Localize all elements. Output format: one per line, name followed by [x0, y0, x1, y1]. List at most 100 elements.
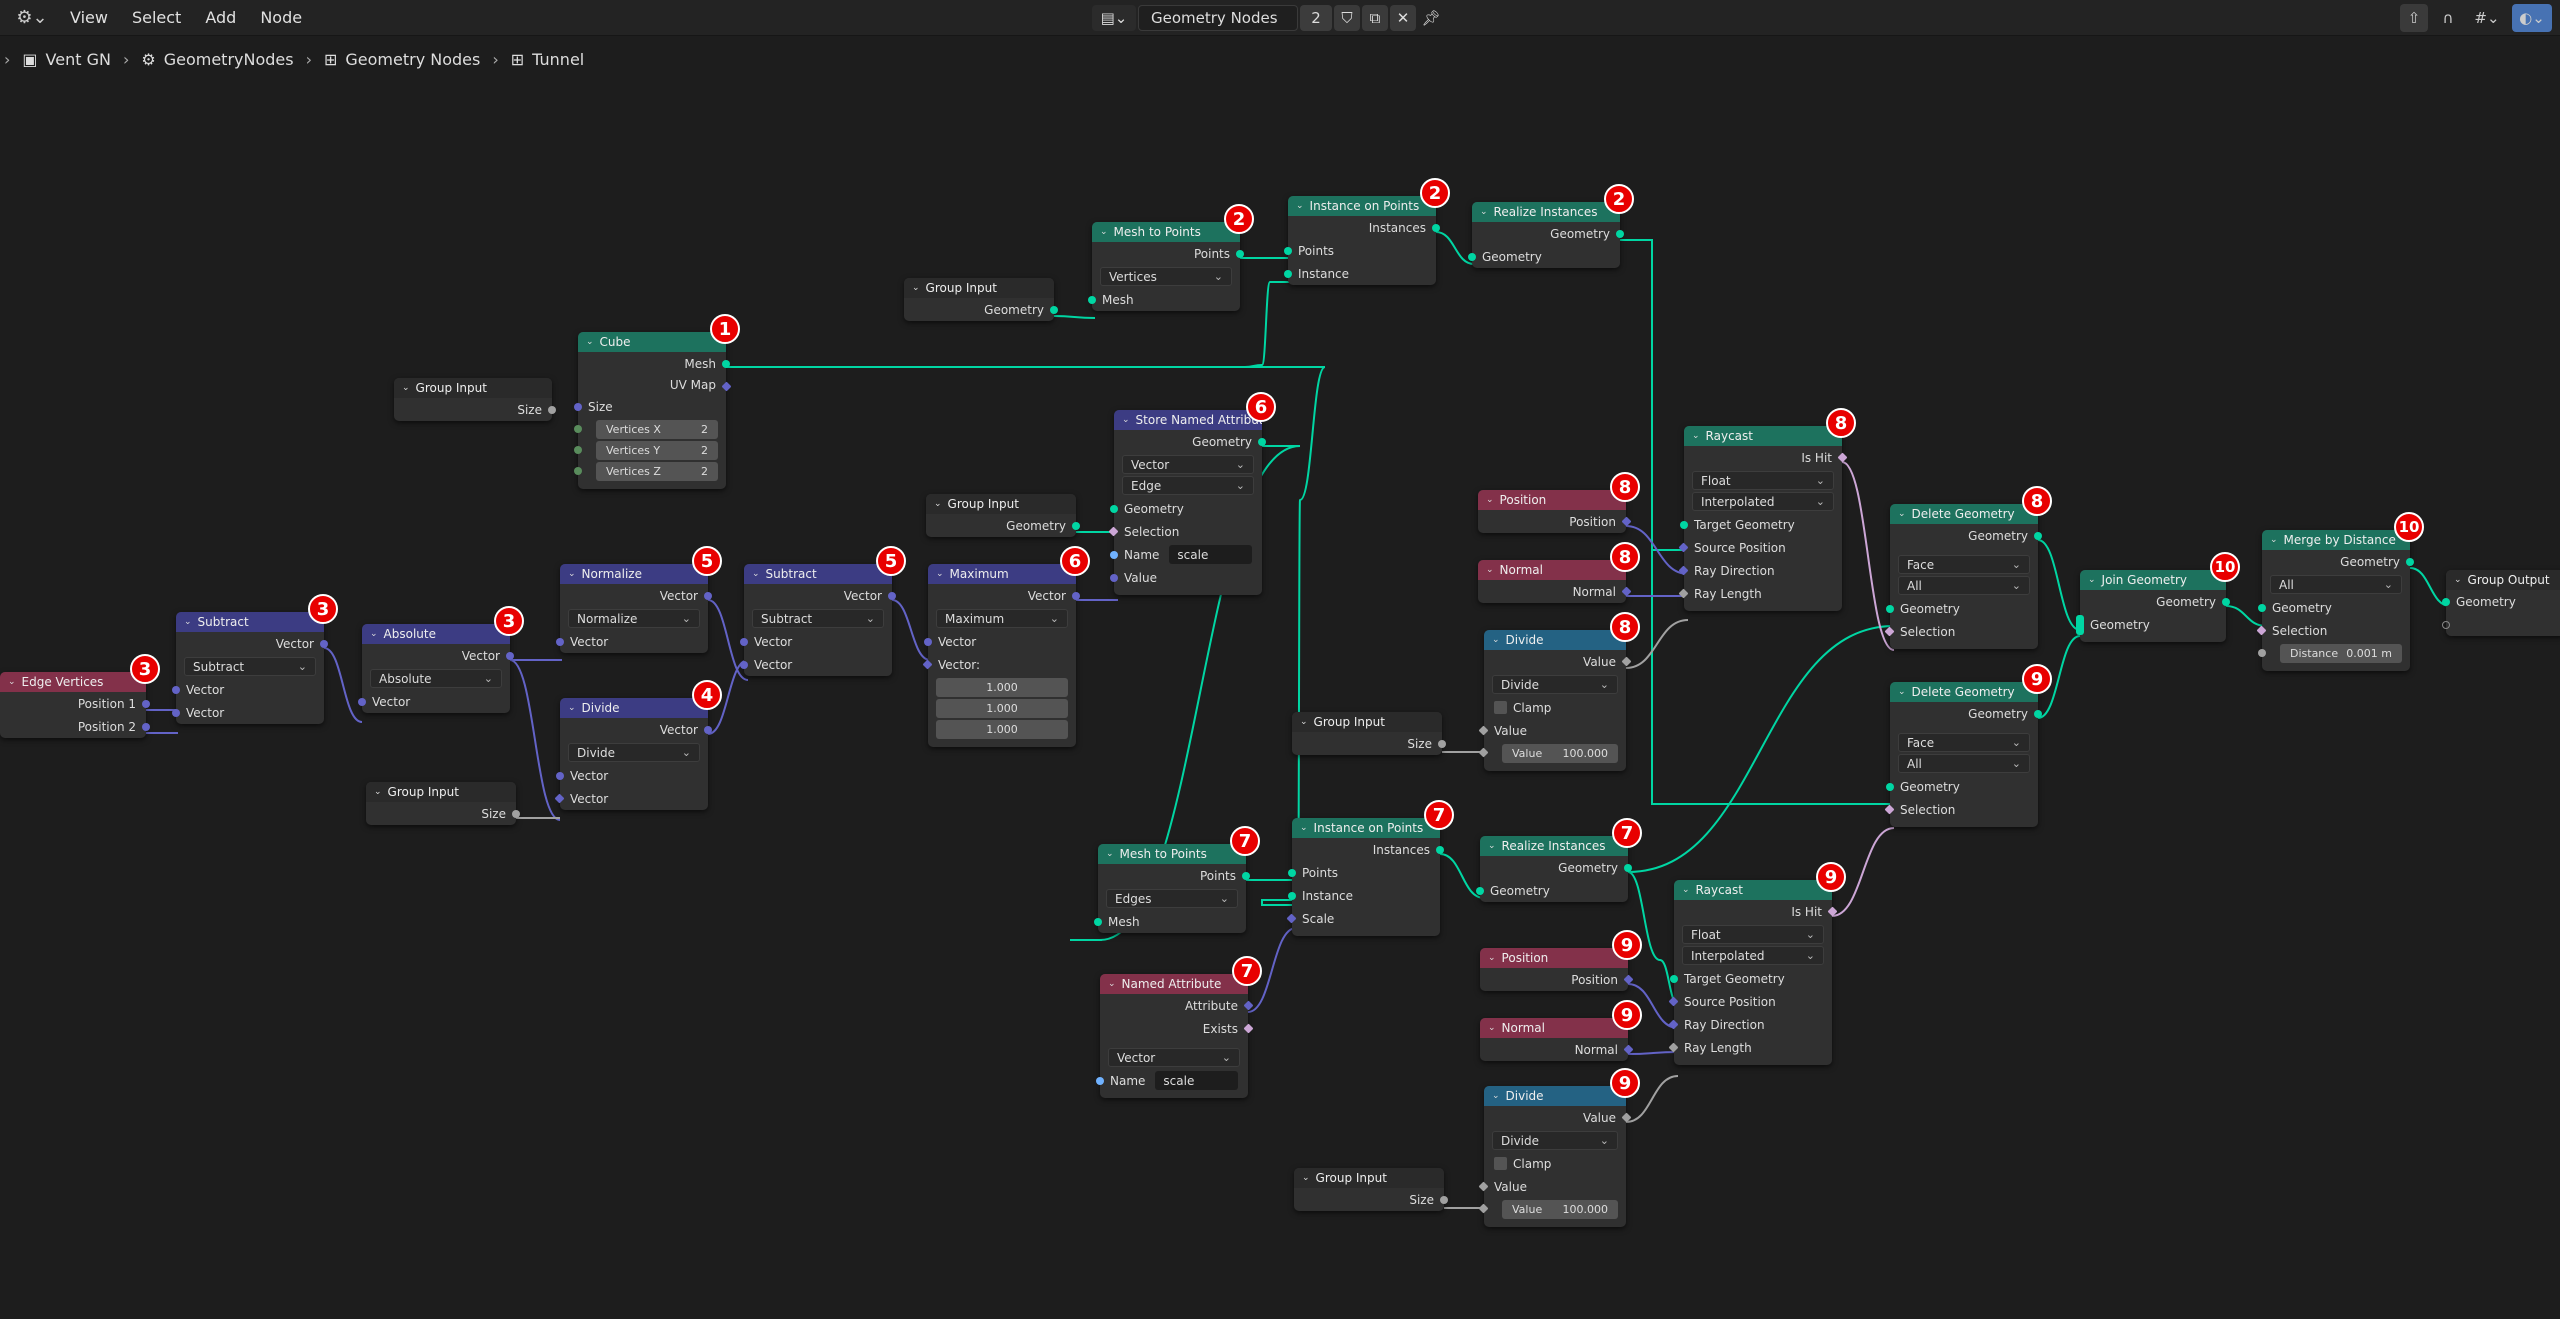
socket-geometry-in[interactable]: Geometry: [1110, 497, 1262, 520]
socket-instance-in[interactable]: Instance: [1284, 262, 1436, 285]
socket[interactable]: [1884, 626, 1895, 637]
socket[interactable]: [1432, 224, 1440, 232]
socket-name-in[interactable]: Name scale: [1096, 1069, 1248, 1092]
socket-vector-out[interactable]: Vector: [560, 584, 712, 607]
socket-size-out[interactable]: Size: [366, 802, 520, 825]
socket-vector-out[interactable]: Vector: [560, 718, 712, 741]
socket-name-in[interactable]: Name scale: [1110, 543, 1262, 566]
socket[interactable]: [1242, 872, 1250, 880]
socket[interactable]: [548, 406, 556, 414]
node-named-attribute[interactable]: ⌄ Named Attribute Attribute Exists Vector…: [1096, 956, 1262, 1098]
mapping-dropdown[interactable]: Interpolated: [1682, 946, 1824, 965]
socket-points-in[interactable]: Points: [1284, 239, 1436, 262]
socket[interactable]: [2256, 625, 2267, 636]
socket-vector-out[interactable]: Vector: [176, 632, 328, 655]
socket[interactable]: [1678, 542, 1689, 553]
socket-mesh-in[interactable]: Mesh: [1094, 910, 1246, 933]
socket[interactable]: [1284, 270, 1292, 278]
socket-vector-in[interactable]: Vector: [740, 630, 892, 653]
socket[interactable]: [1096, 1077, 1104, 1085]
socket-points-out[interactable]: Points: [1092, 242, 1244, 265]
domain-dropdown[interactable]: Edge: [1122, 476, 1254, 495]
socket[interactable]: [704, 726, 712, 734]
socket-vector-in[interactable]: Vector: [740, 653, 892, 676]
socket[interactable]: [2222, 598, 2230, 606]
socket[interactable]: [1088, 296, 1096, 304]
socket[interactable]: [1621, 516, 1632, 527]
distance-field[interactable]: Distance 0.001 m: [2258, 644, 2402, 663]
value-field[interactable]: Value 100.000: [1478, 1200, 1618, 1219]
socket[interactable]: [1837, 452, 1848, 463]
socket[interactable]: [1678, 565, 1689, 576]
socket[interactable]: [1478, 1181, 1489, 1192]
node-join-geometry[interactable]: ⌄ Join Geometry Geometry Geometry 10: [2076, 552, 2240, 642]
socket[interactable]: [1468, 253, 1476, 261]
node-instance-on-points[interactable]: ⌄ Instance on Points Instances Points Ins…: [1286, 800, 1454, 936]
socket-vector-in[interactable]: Vector:: [922, 653, 1076, 676]
clamp-checkbox[interactable]: Clamp: [1484, 696, 1626, 719]
node-group-input[interactable]: ⌄ Group Input Size: [1294, 1168, 1448, 1211]
socket-selection-in[interactable]: Selection: [1884, 798, 2038, 821]
socket[interactable]: [2442, 621, 2450, 629]
socket-ray-direction-in[interactable]: Ray Direction: [1668, 1013, 1832, 1036]
socket-geometry-in[interactable]: Geometry: [1476, 879, 1628, 902]
socket-attribute-out[interactable]: Attribute: [1100, 994, 1254, 1017]
vector-y-field[interactable]: 1.000: [936, 699, 1068, 718]
socket-source-position-in[interactable]: Source Position: [1678, 536, 1842, 559]
socket[interactable]: [1110, 505, 1118, 513]
vector-z-field[interactable]: 1.000: [936, 720, 1068, 739]
data-type-dropdown[interactable]: Vector: [1122, 455, 1254, 474]
socket[interactable]: [1668, 1019, 1679, 1030]
vertices-z-field[interactable]: Vertices Z 2: [574, 462, 718, 481]
socket[interactable]: [722, 360, 730, 368]
node-mesh-to-points[interactable]: ⌄Mesh to Points Points Vertices Mesh 2: [1088, 204, 1254, 311]
socket-geometry-out[interactable]: Geometry: [1890, 702, 2042, 725]
socket-ray-length-in[interactable]: Ray Length: [1668, 1036, 1832, 1059]
socket[interactable]: [1110, 551, 1118, 559]
socket[interactable]: [888, 592, 896, 600]
socket[interactable]: [2076, 615, 2084, 635]
socket[interactable]: [1886, 783, 1894, 791]
socket[interactable]: [2034, 532, 2042, 540]
socket[interactable]: [1478, 725, 1489, 736]
socket-vector-out[interactable]: Vector: [744, 584, 896, 607]
socket-points-out[interactable]: Points: [1098, 864, 1250, 887]
node-position[interactable]: ⌄ Position Position 9: [1480, 930, 1642, 991]
socket[interactable]: [1668, 1042, 1679, 1053]
socket-position-out[interactable]: Position: [1478, 510, 1632, 533]
socket[interactable]: [320, 640, 328, 648]
socket-selection-in[interactable]: Selection: [2256, 619, 2410, 642]
node-group-input[interactable]: ⌄ Group Input Size: [394, 378, 556, 421]
socket[interactable]: [512, 810, 520, 818]
mapping-dropdown[interactable]: Interpolated: [1692, 492, 1834, 511]
socket[interactable]: [1678, 588, 1689, 599]
socket[interactable]: [1288, 892, 1296, 900]
socket[interactable]: [1478, 747, 1489, 758]
name-input[interactable]: scale: [1155, 1071, 1238, 1090]
socket[interactable]: [1440, 1196, 1448, 1204]
node-edge-vertices[interactable]: ⌄ Edge Vertices Position 1 Position 2 3: [0, 654, 160, 738]
node-normal[interactable]: ⌄ Normal Normal 8: [1478, 542, 1640, 603]
socket-points-in[interactable]: Points: [1288, 861, 1440, 884]
checkbox[interactable]: [1494, 1157, 1507, 1170]
socket[interactable]: [1476, 887, 1484, 895]
socket-instances-out[interactable]: Instances: [1288, 216, 1440, 239]
socket[interactable]: [358, 698, 366, 706]
socket-uvmap-out[interactable]: UV Map: [578, 375, 732, 395]
socket[interactable]: [740, 638, 748, 646]
operation-dropdown[interactable]: Normalize: [568, 609, 700, 628]
data-type-dropdown[interactable]: Float: [1682, 925, 1824, 944]
node-mesh-to-points[interactable]: ⌄Mesh to Points Points Edges Mesh 7: [1094, 826, 1260, 933]
socket[interactable]: [142, 723, 150, 731]
socket[interactable]: [2406, 558, 2414, 566]
socket[interactable]: [1886, 605, 1894, 613]
operation-dropdown[interactable]: Divide: [1492, 1131, 1618, 1150]
socket[interactable]: [1670, 975, 1678, 983]
mode-dropdown[interactable]: All: [2270, 575, 2402, 594]
socket[interactable]: [1243, 1023, 1254, 1034]
socket[interactable]: [574, 446, 582, 454]
socket[interactable]: [1621, 586, 1632, 597]
socket-geometry-out[interactable]: Geometry: [1472, 222, 1624, 245]
socket[interactable]: [2258, 649, 2266, 657]
socket-position-out[interactable]: Position: [1480, 968, 1634, 991]
